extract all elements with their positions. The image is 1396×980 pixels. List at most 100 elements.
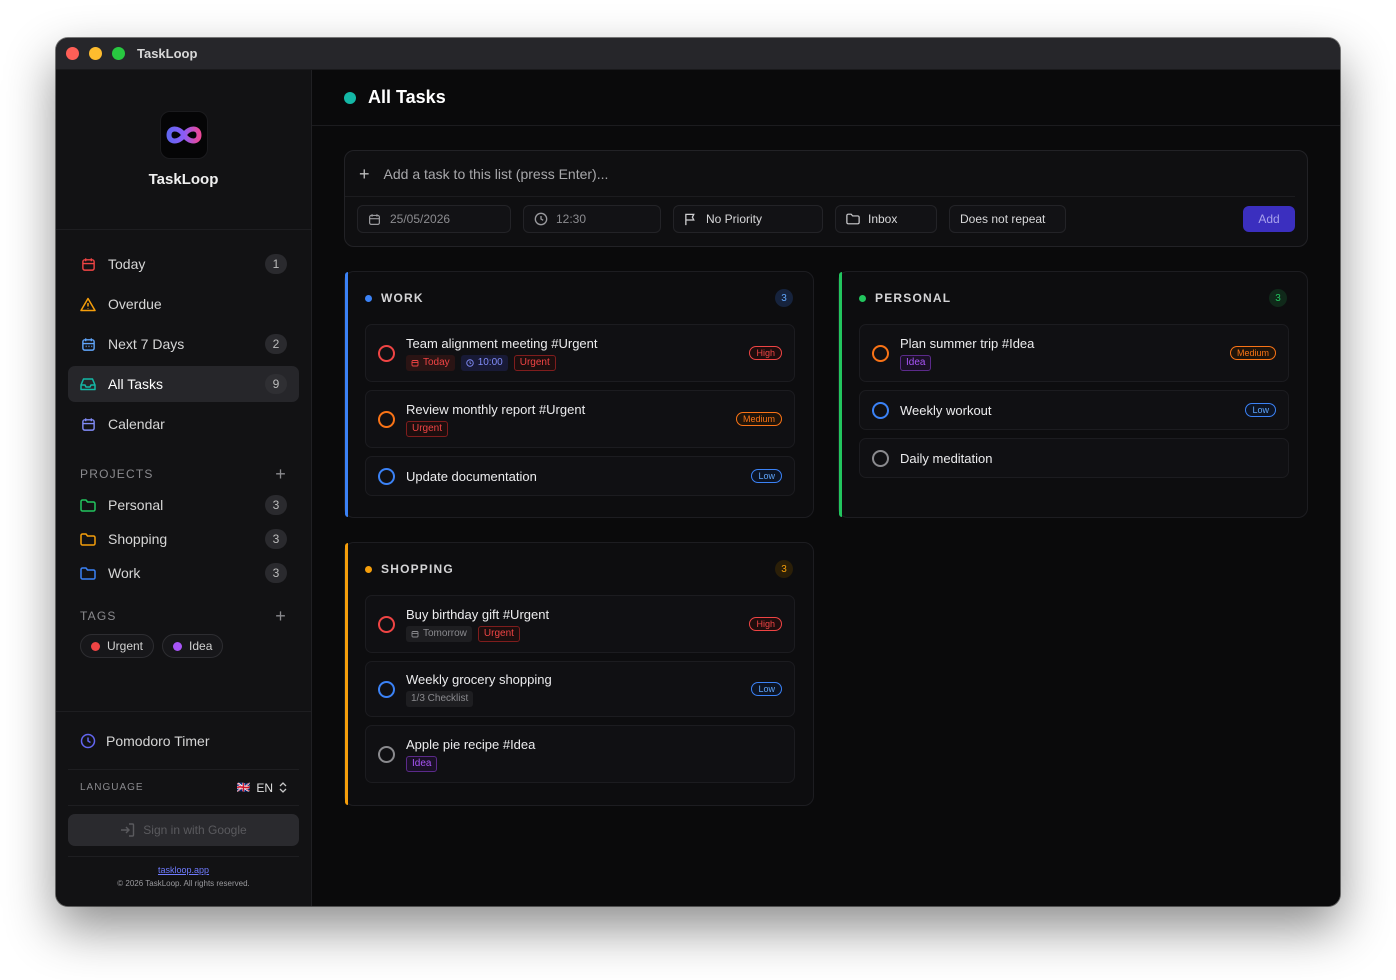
project-item-personal[interactable]: Personal 3	[68, 490, 299, 520]
task-checkbox[interactable]	[872, 401, 889, 419]
task-item[interactable]: Apple pie recipe #Idea Idea	[365, 725, 795, 783]
task-title: Review monthly report #Urgent	[406, 401, 586, 417]
brand-name: TaskLoop	[148, 171, 219, 188]
task-meta: Idea	[406, 755, 782, 772]
new-task-input[interactable]: Add a task to this list (press Enter)...	[384, 166, 609, 182]
list-count: 3	[775, 560, 793, 578]
list-select[interactable]: Inbox	[835, 205, 937, 233]
task-item[interactable]: Daily meditation	[859, 438, 1289, 478]
task-checkbox[interactable]	[378, 615, 395, 633]
due-date-text: Tomorrow	[423, 628, 467, 639]
app-window: TaskLoop TaskLoop Today 1 Overdue Next 7…	[56, 38, 1340, 906]
nav-label: Calendar	[108, 416, 165, 432]
language-value: EN	[256, 780, 273, 795]
list-accent-bar	[839, 272, 842, 517]
task-item[interactable]: Buy birthday gift #Urgent Tomorrow Urgen…	[365, 595, 795, 653]
task-item[interactable]: Weekly grocery shopping 1/3 Checklist Lo…	[365, 661, 795, 717]
time-field[interactable]: 12:30	[523, 205, 661, 233]
task-item[interactable]: Team alignment meeting #Urgent Today 10:…	[365, 324, 795, 382]
project-item-work[interactable]: Work 3	[68, 558, 299, 588]
sign-in-google-button[interactable]: Sign in with Google	[68, 814, 299, 846]
list-header: PERSONAL 3	[839, 272, 1307, 324]
add-project-plus-icon[interactable]: +	[275, 465, 287, 483]
nav-item-next-7-days[interactable]: Next 7 Days 2	[68, 326, 299, 362]
website-link[interactable]: taskloop.app	[68, 865, 299, 875]
task-title: Team alignment meeting #Urgent	[406, 335, 598, 351]
priority-select[interactable]: No Priority	[673, 205, 823, 233]
folder-icon	[80, 565, 96, 581]
task-checkbox[interactable]	[378, 680, 395, 698]
due-date-chip: Tomorrow	[406, 625, 472, 642]
title-bar: TaskLoop	[56, 38, 1340, 70]
task-item[interactable]: Plan summer trip #Idea Idea Medium	[859, 324, 1289, 382]
task-checkbox[interactable]	[378, 745, 395, 763]
nav-count: 2	[265, 334, 287, 354]
priority-badge: Medium	[735, 412, 782, 426]
pomodoro-timer-button[interactable]: Pomodoro Timer	[68, 712, 299, 770]
add-tag-plus-icon[interactable]: +	[275, 607, 287, 625]
task-title: Weekly grocery shopping	[406, 671, 552, 687]
clock-icon	[534, 212, 548, 226]
language-select[interactable]: 🇬🇧 EN	[237, 781, 287, 795]
main-content: All Tasks + Add a task to this list (pre…	[312, 70, 1340, 906]
nav-label: Today	[108, 256, 146, 272]
tag-chip: Idea	[406, 755, 438, 772]
folder-icon	[80, 497, 96, 513]
list-name: WORK	[381, 291, 424, 305]
nav-item-calendar[interactable]: Calendar	[68, 406, 299, 442]
folder-icon	[80, 531, 96, 547]
task-item[interactable]: Weekly workout Low	[859, 390, 1289, 430]
project-count: 3	[265, 563, 287, 583]
list-count: 3	[1269, 289, 1287, 307]
composer-input-row[interactable]: + Add a task to this list (press Enter).…	[345, 151, 1295, 197]
sidebar-footer: Pomodoro Timer LANGUAGE 🇬🇧 EN Sign in wi…	[56, 711, 311, 906]
checklist-progress-chip: 1/3 Checklist	[406, 690, 474, 707]
tag-color-dot	[173, 641, 183, 651]
task-checkbox[interactable]	[378, 344, 395, 362]
task-item[interactable]: Update documentation Low	[365, 456, 795, 496]
task-title: Update documentation	[406, 468, 537, 484]
nav-label: Overdue	[108, 296, 162, 312]
tag-chip-urgent[interactable]: Urgent	[80, 634, 155, 658]
tags-heading: TAGS +	[56, 606, 311, 626]
nav-item-all-tasks[interactable]: All Tasks 9	[68, 366, 299, 402]
nav-label: All Tasks	[108, 376, 163, 392]
add-task-button[interactable]: Add	[1243, 206, 1295, 232]
nav-item-today[interactable]: Today 1	[68, 246, 299, 282]
list-header: WORK 3	[345, 272, 813, 324]
calendar-icon	[368, 212, 382, 226]
tag-label: Idea	[189, 639, 213, 653]
priority-badge: High	[749, 346, 782, 360]
task-checkbox[interactable]	[872, 344, 889, 362]
tag-chip-idea[interactable]: Idea	[162, 634, 224, 658]
priority-badge: Low	[1245, 403, 1276, 417]
list-accent-bar	[345, 543, 348, 805]
minimize-window-button[interactable]	[89, 47, 102, 60]
task-checkbox[interactable]	[378, 467, 395, 485]
zoom-window-button[interactable]	[112, 47, 125, 60]
nav-count: 1	[265, 254, 287, 274]
task-item[interactable]: Review monthly report #Urgent Urgent Med…	[365, 390, 795, 448]
list-accent-bar	[345, 272, 348, 517]
language-row: LANGUAGE 🇬🇧 EN	[68, 770, 299, 806]
list-dot	[365, 565, 372, 573]
copyright: © 2026 TaskLoop. All rights reserved.	[117, 879, 250, 888]
list-dot	[859, 294, 866, 302]
date-field[interactable]: 25/05/2026	[357, 205, 511, 233]
close-window-button[interactable]	[66, 47, 79, 60]
list-count: 3	[775, 289, 793, 307]
priority-badge: High	[749, 617, 782, 631]
task-meta: Idea	[900, 354, 1230, 371]
project-item-shopping[interactable]: Shopping 3	[68, 524, 299, 554]
list-dot	[365, 294, 372, 302]
task-checkbox[interactable]	[378, 410, 395, 428]
nav-count: 9	[265, 374, 287, 394]
repeat-select[interactable]: Does not repeat	[949, 205, 1066, 233]
task-checkbox[interactable]	[872, 449, 889, 467]
project-label: Shopping	[108, 531, 168, 547]
projects-list: Personal 3 Shopping 3 Work 3	[56, 484, 311, 588]
calendar-today-icon	[80, 256, 96, 272]
plus-icon: +	[359, 163, 370, 184]
list-color-dot	[344, 91, 356, 104]
nav-item-overdue[interactable]: Overdue	[68, 286, 299, 322]
